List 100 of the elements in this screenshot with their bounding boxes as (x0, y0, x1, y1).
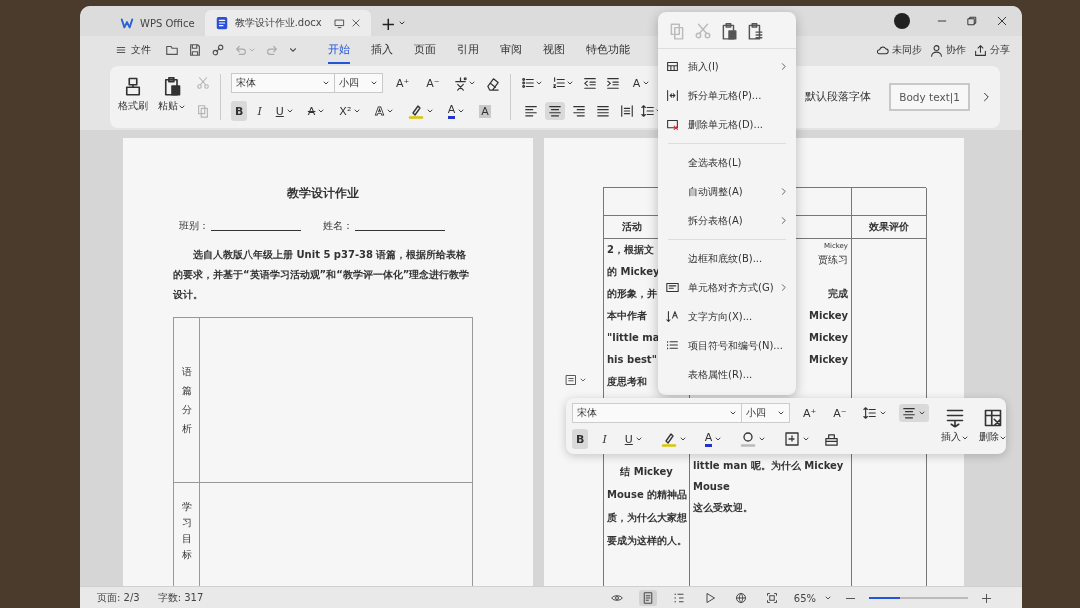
menu-item[interactable]: 自动调整(A) (658, 177, 796, 206)
insert-button[interactable]: 插入 (940, 408, 969, 444)
menu-item[interactable]: 全选表格(L) (658, 148, 796, 177)
font-color-button[interactable]: A (700, 429, 727, 449)
eraser-icon[interactable] (484, 75, 500, 91)
menu-item[interactable]: 拆分单元格(P)... (658, 81, 796, 110)
new-tab-button[interactable]: + (380, 10, 406, 36)
caret-icon[interactable] (322, 79, 330, 87)
italic-button[interactable]: I (598, 429, 611, 449)
bold-button[interactable]: B (572, 429, 589, 449)
ribbon-tab[interactable]: 审阅 (500, 36, 522, 64)
paste-button[interactable]: 粘贴 (158, 76, 186, 113)
document-tab[interactable]: WPS Office (110, 10, 205, 36)
ribbon-tab[interactable]: 视图 (543, 36, 565, 64)
font-size-field[interactable]: 小四 (742, 403, 790, 423)
paragraph-style[interactable]: 默认段落字体 (797, 84, 880, 110)
save-icon[interactable] (188, 43, 202, 57)
caret-icon[interactable] (565, 79, 574, 87)
file-menu-button[interactable]: 文件 (116, 43, 151, 57)
ribbon-tab[interactable]: 页面 (414, 36, 436, 64)
caret-icon[interactable] (758, 435, 767, 443)
ribbon-tab[interactable]: 引用 (457, 36, 479, 64)
toolbox-icon[interactable] (824, 431, 840, 447)
grow-font-button[interactable]: A⁺ (392, 73, 414, 93)
caret-icon[interactable] (425, 107, 434, 115)
link-icon[interactable] (211, 43, 225, 57)
page-view-icon[interactable] (638, 590, 657, 606)
ribbon-tab[interactable]: 特色功能 (586, 36, 630, 64)
caret-icon[interactable] (917, 409, 926, 417)
decrease-indent-icon[interactable] (582, 76, 597, 90)
align-center-icon[interactable] (544, 102, 565, 120)
caret-icon[interactable] (385, 107, 394, 115)
document-tab[interactable]: 教学设计作业.docx (204, 10, 371, 36)
shrink-font-button[interactable]: A⁻ (422, 73, 444, 93)
underline-button[interactable]: U (271, 101, 298, 121)
caret-icon[interactable] (288, 45, 298, 55)
folder-icon[interactable] (165, 43, 179, 57)
share-button[interactable]: 分享 (974, 43, 1010, 57)
table-handle[interactable] (565, 374, 587, 386)
restore-icon[interactable] (966, 15, 978, 27)
caret-icon[interactable] (714, 435, 723, 443)
paragraph-style[interactable]: Body text|1 (889, 83, 970, 111)
caret-icon[interactable] (467, 79, 476, 87)
zoom-level-button[interactable]: 65% (793, 592, 832, 604)
shading-button[interactable]: A (475, 101, 495, 121)
delete-button[interactable]: 删除 (978, 408, 1007, 444)
ribbon-tab[interactable]: 插入 (371, 36, 393, 64)
font-name-field[interactable]: 宋体 (231, 73, 335, 93)
menu-item[interactable]: 项目符号和编号(N)... (658, 331, 796, 360)
menu-item[interactable]: 文字方向(X)... (658, 302, 796, 331)
caret-icon[interactable] (878, 409, 887, 417)
caret-icon[interactable] (777, 409, 785, 417)
paste-icon[interactable] (720, 22, 738, 40)
paste-special-icon[interactable] (746, 22, 764, 40)
italic-button[interactable]: I (253, 101, 266, 121)
caret-icon[interactable] (285, 107, 294, 115)
underline-button[interactable]: U (620, 429, 647, 449)
caret-icon[interactable] (642, 79, 651, 87)
phonetic-guide-icon[interactable] (452, 75, 468, 91)
zoom-in-icon[interactable] (981, 592, 992, 604)
strikethrough-button[interactable]: A (303, 101, 330, 121)
caret-icon[interactable] (824, 594, 832, 602)
caret-icon[interactable] (534, 79, 543, 87)
line-spacing-icon[interactable] (640, 104, 655, 118)
caret-icon[interactable] (802, 435, 811, 443)
caret-icon[interactable] (729, 409, 737, 417)
avatar[interactable] (894, 13, 910, 29)
caret-icon[interactable] (397, 19, 406, 27)
close-icon[interactable] (350, 18, 361, 28)
ribbon-tab[interactable]: 开始 (328, 36, 350, 64)
increase-indent-icon[interactable] (605, 76, 620, 90)
caret-icon[interactable] (353, 107, 362, 115)
bullet-list-icon[interactable] (520, 76, 535, 90)
superscript-button[interactable]: X² (335, 101, 366, 121)
sync-status-button[interactable]: 未同步 (876, 43, 922, 57)
menu-item[interactable]: 拆分表格(A) (658, 206, 796, 235)
menu-item[interactable]: 插入(I) (658, 52, 796, 81)
caret-icon[interactable] (579, 376, 587, 384)
menu-item[interactable]: 删除单元格(D)... (658, 110, 796, 139)
bold-button[interactable]: B (231, 101, 248, 121)
caret-icon[interactable] (678, 435, 687, 443)
close-icon[interactable] (996, 15, 1008, 27)
menu-item[interactable]: 单元格对齐方式(G) (658, 273, 796, 302)
collaborate-button[interactable]: 协作 (930, 43, 966, 57)
grow-font-button[interactable]: A⁺ (799, 403, 821, 423)
font-color-button[interactable]: A (443, 101, 470, 121)
font-name-field[interactable]: 宋体 (572, 403, 742, 423)
menu-item[interactable]: 边框和底纹(B)... (658, 244, 796, 273)
menu-item[interactable]: 表格属性(R)... (658, 360, 796, 389)
format-painter-button[interactable]: 格式刷 (118, 76, 148, 113)
font-size-field[interactable]: 小四 (335, 73, 383, 93)
caret-icon[interactable] (457, 107, 466, 115)
caret-icon[interactable] (370, 79, 378, 87)
caret-icon[interactable] (634, 435, 643, 443)
numbered-list-icon[interactable] (551, 76, 566, 90)
shrink-font-button[interactable]: A⁻ (829, 403, 851, 423)
monitor-icon[interactable] (333, 17, 345, 29)
caret-icon[interactable] (317, 107, 326, 115)
text-effect-button[interactable]: A (628, 73, 655, 93)
align-center-button[interactable] (898, 404, 929, 422)
